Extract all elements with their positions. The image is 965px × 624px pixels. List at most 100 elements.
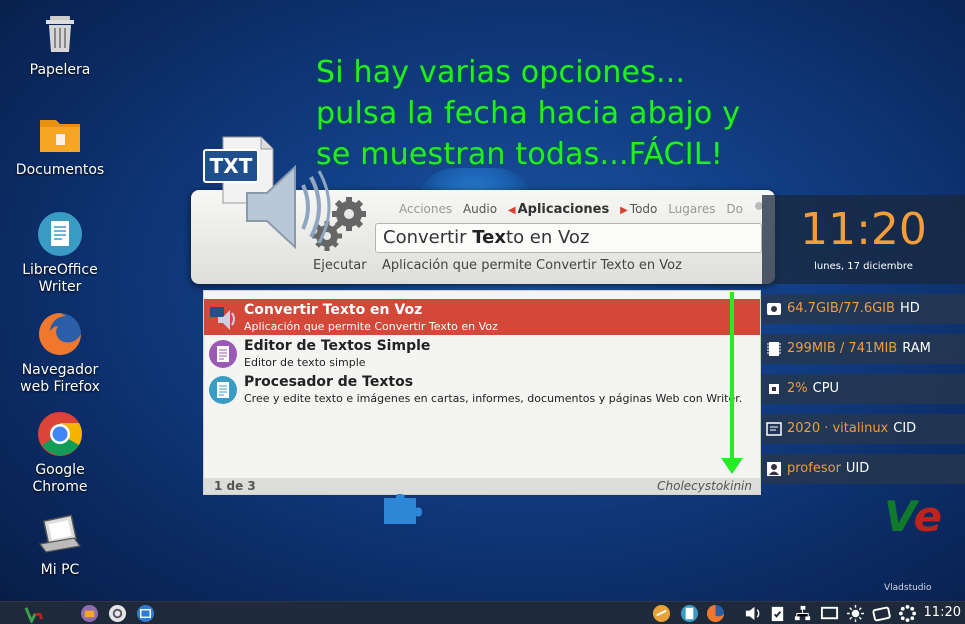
hd-row: 64.7GIB/77.6GIB HD: [762, 294, 965, 324]
brightness-icon[interactable]: [846, 604, 865, 623]
result-item-procesador[interactable]: Procesador de Textos Cree y edite texto …: [204, 371, 760, 407]
uid-label: UID: [845, 461, 870, 476]
desktop-icon-label: Navegador: [21, 362, 99, 378]
result-count: 1 de 3: [214, 479, 256, 493]
desktop-icon-firefox[interactable]: Navegador web Firefox: [0, 310, 120, 396]
volume-icon[interactable]: [744, 604, 763, 623]
hd-label: HD: [899, 301, 920, 316]
clock-time: 11:20: [800, 204, 927, 255]
hard-drive-icon: [767, 303, 781, 315]
desktop-icon-label: Papelera: [29, 62, 91, 78]
folder-icon: [40, 120, 80, 152]
hd-value: 64.7GIB/77.6GIB: [787, 301, 895, 316]
system-monitor-widget: 11:20 lunes, 17 diciembre 64.7GIB/77.6GI…: [762, 195, 965, 484]
taskbar: 11:20: [0, 601, 965, 624]
tts-tray-icon[interactable]: [652, 604, 671, 623]
result-title: Convertir Texto en Voz: [244, 302, 423, 318]
action-description: Aplicación que permite Convertir Texto e…: [382, 258, 682, 273]
cpu-value: 2%: [787, 381, 808, 396]
cpu-icon: [769, 384, 779, 394]
clipboard-check-icon[interactable]: [768, 604, 787, 623]
firefox-icon: [39, 313, 81, 355]
result-subtitle: Editor de texto simple: [244, 356, 366, 369]
settings-icon[interactable]: [108, 604, 127, 623]
desktop-icon-label: Google: [35, 462, 85, 478]
result-item-convertir[interactable]: Convertir Texto en Voz Aplicación que pe…: [204, 299, 760, 335]
result-subtitle: Aplicación que permite Convertir Texto e…: [244, 320, 498, 333]
annotation-line: se muestran todas...FÁCIL!: [316, 137, 723, 172]
desktop-icon-label: LibreOffice: [22, 262, 98, 278]
desktop-icon-label: Chrome: [32, 479, 88, 495]
chrome-icon: [38, 412, 82, 456]
desktop-icon-label: Mi PC: [40, 562, 80, 578]
next-arrow-icon[interactable]: ▶: [620, 205, 628, 216]
text-editor-icon: [209, 340, 237, 368]
file-manager-icon[interactable]: [80, 604, 99, 623]
id-card-icon: [766, 422, 782, 436]
desktop-icon-documents[interactable]: Documentos: [0, 110, 120, 179]
desktop-icon-label: Writer: [38, 279, 82, 295]
cid-value: 2020 · vitalinux: [787, 421, 889, 436]
category-lugares[interactable]: Lugares: [668, 202, 715, 216]
writer-tray-icon[interactable]: [680, 604, 699, 623]
category-audio[interactable]: Audio: [463, 202, 497, 216]
results-statusbar: 1 de 3 Cholecystokinin: [204, 478, 760, 494]
category-do[interactable]: Do: [726, 202, 743, 216]
annotation-line: Si hay varias opciones...: [316, 55, 686, 90]
writer-icon: [38, 212, 82, 256]
clock-date: lunes, 17 diciembre: [814, 261, 913, 272]
annotation-line: pulsa la fecha hacia abajo y: [316, 96, 741, 131]
network-icon[interactable]: [793, 604, 812, 623]
tablet-icon[interactable]: [872, 604, 891, 623]
results-list: Convertir Texto en Voz Aplicación que pe…: [203, 290, 761, 495]
uid-value: profesor: [787, 461, 841, 476]
firefox-tray-icon[interactable]: [706, 604, 725, 623]
desktop-icon-writer[interactable]: LibreOffice Writer: [0, 210, 120, 296]
txt-badge: TXT: [203, 149, 259, 183]
start-menu-icon[interactable]: [24, 604, 43, 623]
desktop-icon-trash[interactable]: Papelera: [0, 10, 120, 79]
puzzle-decoration-icon: [384, 494, 422, 524]
tutorial-annotation: Si hay varias opciones... pulsa la fecha…: [316, 52, 740, 175]
desktop-icon-mypc[interactable]: Mi PC: [0, 510, 120, 579]
clock-panel: 11:20 lunes, 17 diciembre: [762, 195, 965, 284]
vladstudio-credit: Vladstudio: [884, 583, 932, 593]
result-title: Editor de Textos Simple: [244, 338, 431, 354]
execute-action[interactable]: Ejecutar: [313, 258, 367, 273]
user-icon: [767, 462, 781, 476]
trash-icon: [46, 16, 74, 52]
writer-icon: [209, 376, 237, 404]
taskbar-clock[interactable]: 11:20: [924, 605, 961, 620]
category-aplicaciones[interactable]: Aplicaciones: [518, 202, 610, 217]
cid-label: CID: [893, 421, 917, 436]
down-arrow-annotation-icon: [721, 292, 743, 474]
ram-label: RAM: [902, 341, 931, 356]
ram-row: 299MIB / 741MIB RAM: [762, 334, 965, 364]
text-to-speech-icon: [210, 307, 235, 330]
show-desktop-icon[interactable]: [136, 604, 155, 623]
query-text: to en Voz: [506, 227, 590, 248]
result-subtitle: Cree y edite texto e imágenes en cartas,…: [244, 392, 743, 405]
query-match: Tex: [472, 227, 507, 248]
display-icon[interactable]: [820, 604, 839, 623]
status-right-text: Cholecystokinin: [657, 479, 752, 493]
vitalinux-logo: Ve: [884, 492, 942, 541]
result-title: Procesador de Textos: [244, 374, 414, 390]
uid-row: profesor UID: [762, 454, 965, 484]
ram-value: 299MIB / 741MIB: [787, 341, 898, 356]
category-acciones[interactable]: Acciones: [399, 202, 452, 216]
desktop-icon-chrome[interactable]: Google Chrome: [0, 410, 120, 496]
apps-grid-icon[interactable]: [898, 604, 917, 623]
prev-arrow-icon[interactable]: ◀: [508, 205, 516, 216]
desktop-icon-label: web Firefox: [20, 379, 100, 395]
category-bar: Acciones Audio ◀ Aplicaciones ▶ Todo Lugar…: [399, 202, 750, 217]
desktop-icon-label: Documentos: [15, 162, 105, 178]
search-input[interactable]: Convertir Texto en Voz: [375, 223, 762, 253]
logo-glyph: e: [913, 492, 942, 541]
memory-icon: [767, 342, 781, 356]
laptop-icon: [38, 514, 82, 553]
cpu-label: CPU: [812, 381, 840, 396]
result-item-editor[interactable]: Editor de Textos Simple Editor de texto …: [204, 335, 760, 371]
category-todo[interactable]: Todo: [630, 202, 658, 216]
query-text: Convertir: [383, 227, 473, 248]
